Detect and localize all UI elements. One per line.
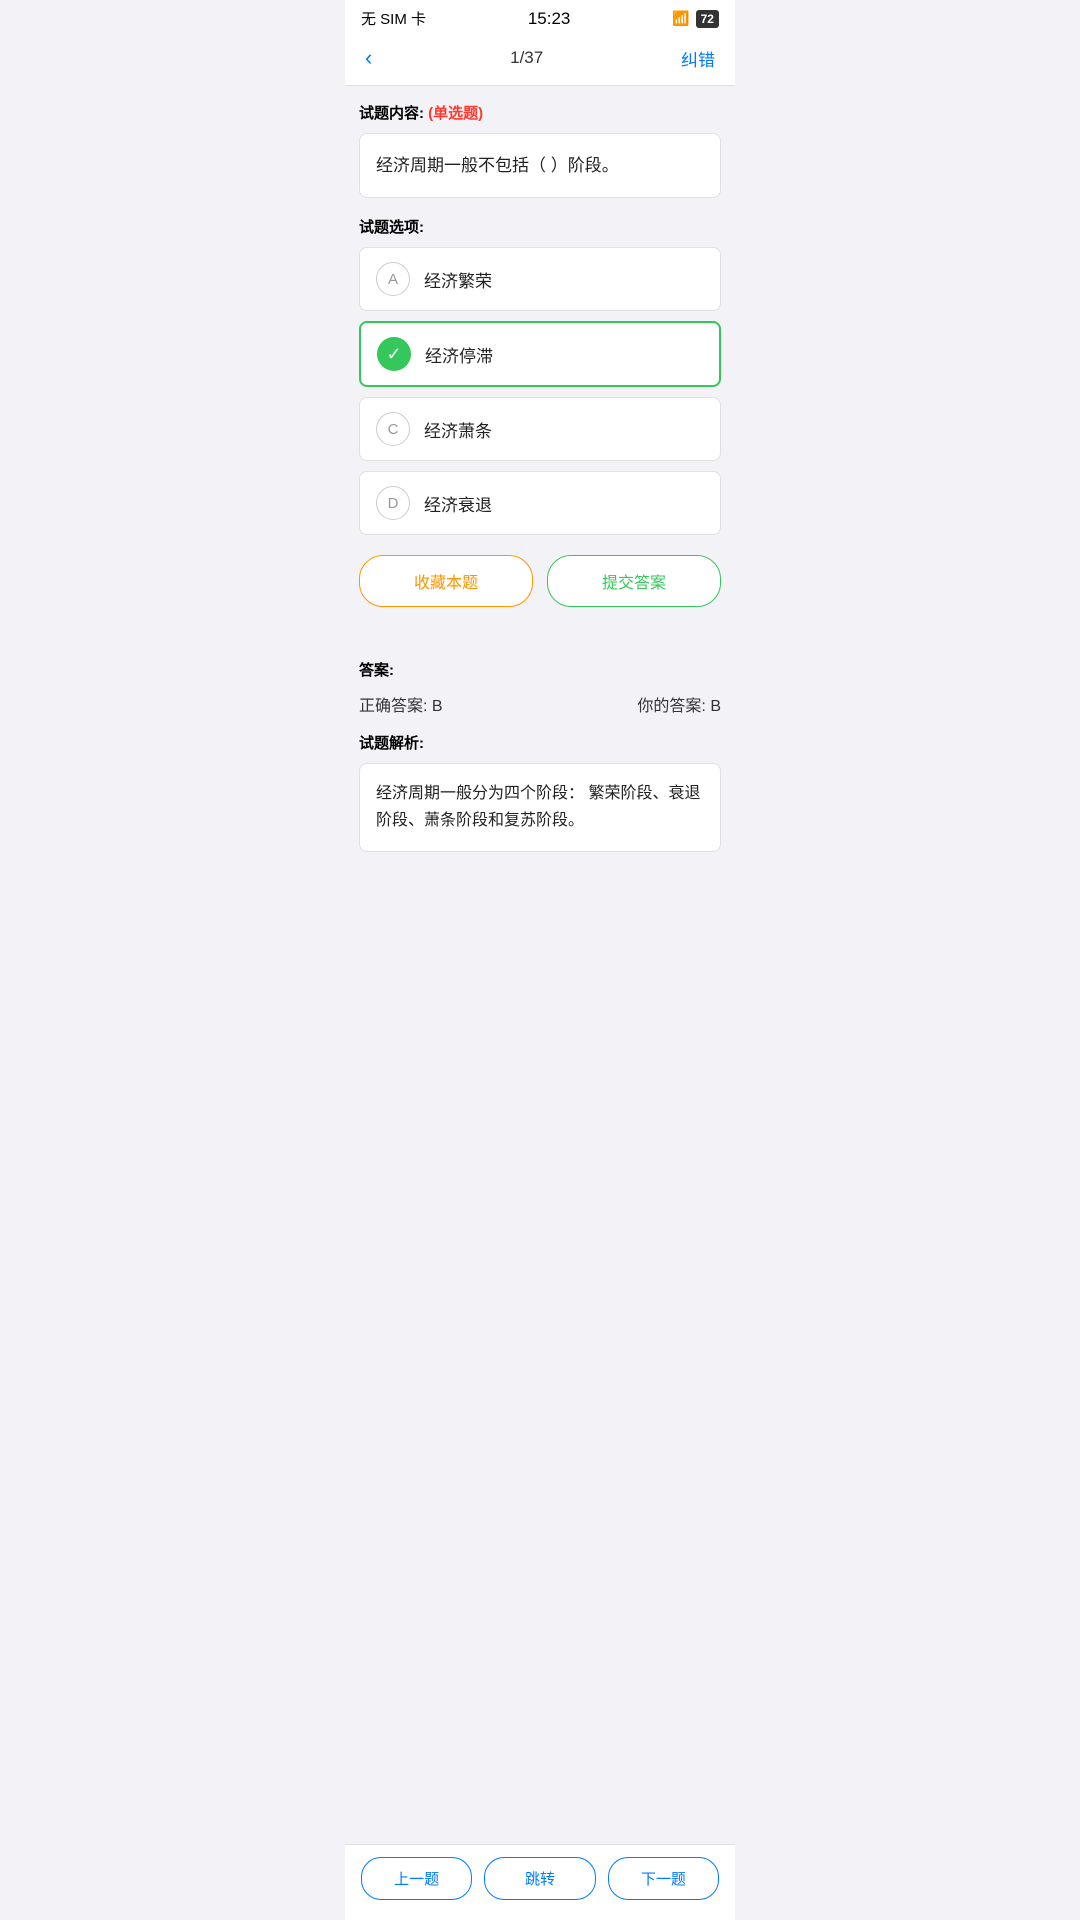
bottom-nav: 上一题 跳转 下一题: [345, 1844, 735, 1920]
action-buttons: 收藏本题 提交答案: [359, 555, 721, 607]
option-c-text: 经济萧条: [424, 417, 492, 442]
option-b[interactable]: ✓ 经济停滞: [359, 321, 721, 387]
submit-button[interactable]: 提交答案: [547, 555, 721, 607]
correct-button[interactable]: 纠错: [681, 46, 715, 71]
option-c[interactable]: C 经济萧条: [359, 397, 721, 461]
answer-section-label: 答案:: [359, 659, 721, 680]
option-c-circle: C: [376, 412, 410, 446]
question-text: 经济周期一般不包括（ ）阶段。: [359, 133, 721, 198]
option-a-circle: A: [376, 262, 410, 296]
jump-button[interactable]: 跳转: [484, 1857, 595, 1900]
option-a[interactable]: A 经济繁荣: [359, 247, 721, 311]
collect-button[interactable]: 收藏本题: [359, 555, 533, 607]
answer-section: 答案: 正确答案: B 你的答案: B 试题解析: 经济周期一般分为四个阶段： …: [345, 643, 735, 883]
nav-bar: ‹ 1/37 纠错: [345, 33, 735, 86]
analysis-text: 经济周期一般分为四个阶段： 繁荣阶段、衰退阶段、萧条阶段和复苏阶段。: [359, 763, 721, 851]
analysis-section-label: 试题解析:: [359, 732, 721, 753]
question-type-badge: (单选题): [428, 105, 483, 122]
progress-label: 1/37: [510, 48, 543, 68]
wifi-icon: 📶: [672, 10, 689, 27]
prev-button[interactable]: 上一题: [361, 1857, 472, 1900]
option-a-text: 经济繁荣: [424, 267, 492, 292]
status-icons: 📶 72: [672, 10, 719, 28]
option-b-text: 经济停滞: [425, 342, 493, 367]
options-list: A 经济繁荣 ✓ 经济停滞 C 经济萧条 D 经济衰退: [359, 247, 721, 535]
your-answer-label: 你的答案: B: [637, 692, 721, 716]
question-section-label: 试题内容: (单选题): [359, 102, 721, 123]
carrier-label: 无 SIM 卡: [361, 8, 426, 29]
answer-row: 正确答案: B 你的答案: B: [359, 692, 721, 716]
battery-indicator: 72: [696, 10, 719, 28]
correct-answer-label: 正确答案: B: [359, 692, 443, 716]
option-b-circle: ✓: [377, 337, 411, 371]
next-button[interactable]: 下一题: [608, 1857, 719, 1900]
option-d-circle: D: [376, 486, 410, 520]
option-d[interactable]: D 经济衰退: [359, 471, 721, 535]
option-d-text: 经济衰退: [424, 491, 492, 516]
options-section-label: 试题选项:: [359, 216, 721, 237]
back-button[interactable]: ‹: [365, 45, 372, 71]
answer-content: 答案: 正确答案: B 你的答案: B 试题解析: 经济周期一般分为四个阶段： …: [345, 643, 735, 867]
time-label: 15:23: [528, 9, 571, 29]
main-content: 试题内容: (单选题) 经济周期一般不包括（ ）阶段。 试题选项: A 经济繁荣…: [345, 86, 735, 964]
status-bar: 无 SIM 卡 15:23 📶 72: [345, 0, 735, 33]
content-area: 试题内容: (单选题) 经济周期一般不包括（ ）阶段。 试题选项: A 经济繁荣…: [345, 86, 735, 643]
